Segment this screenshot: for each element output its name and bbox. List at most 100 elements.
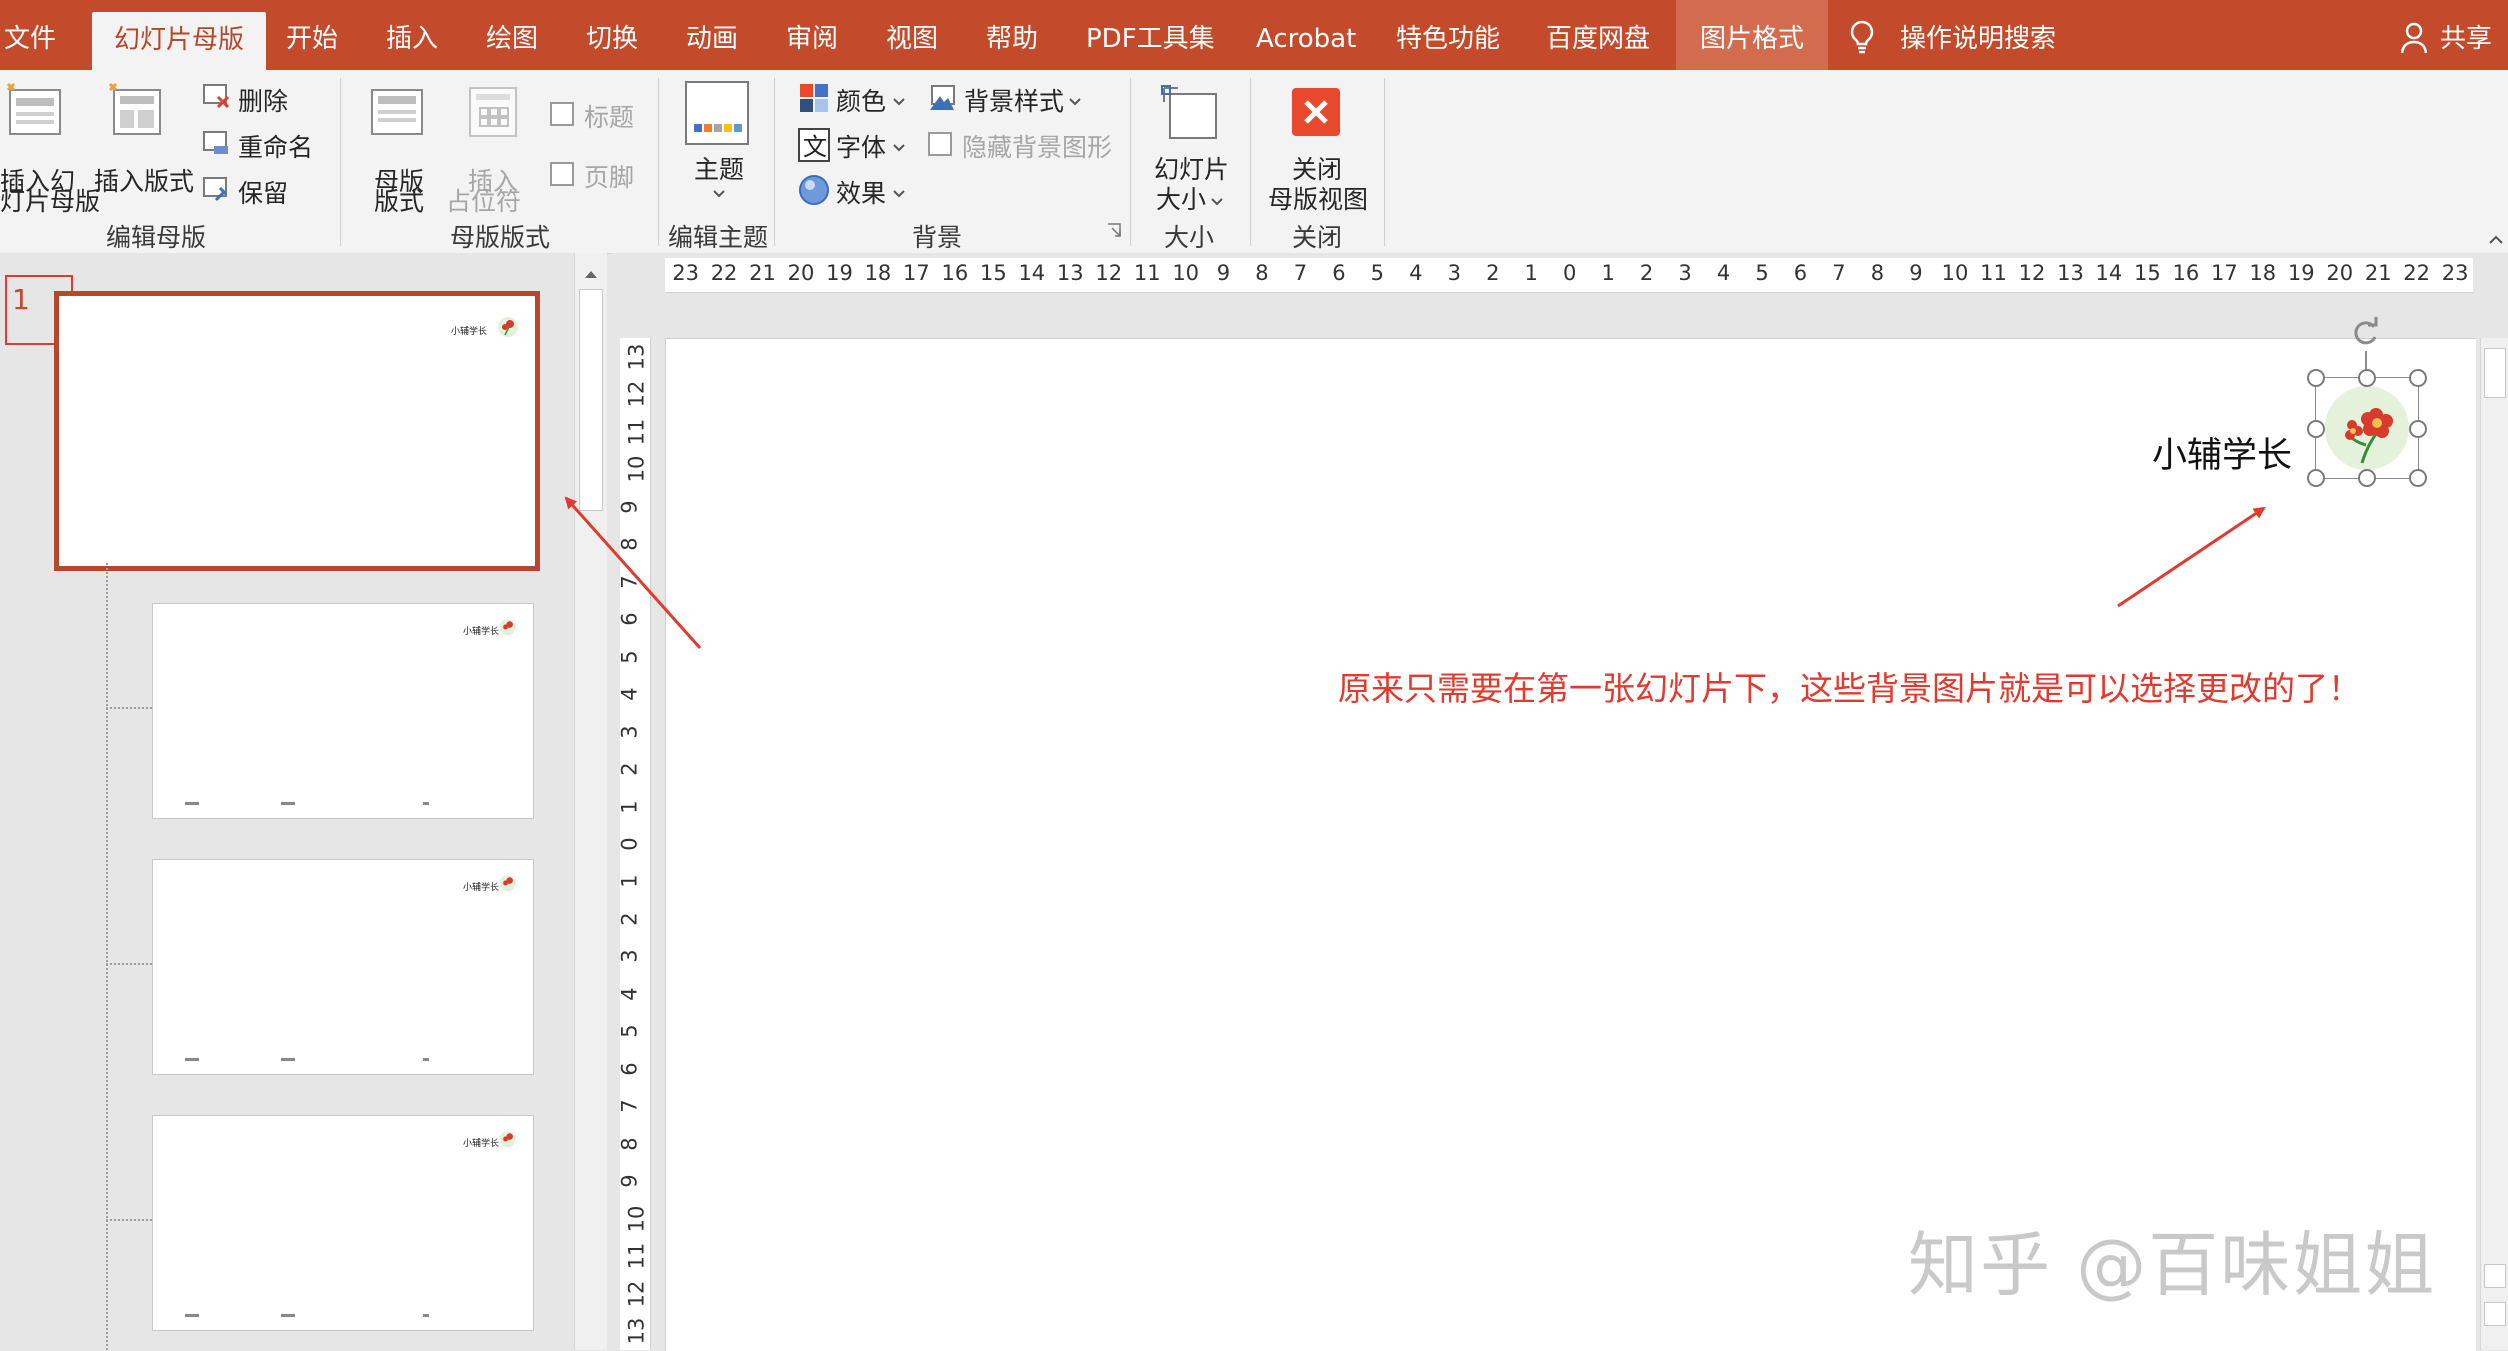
layout-thumbnail[interactable]: 小辅学长 <box>152 603 534 819</box>
title-checkbox[interactable] <box>550 102 574 126</box>
tab-help[interactable]: 帮助 <box>986 0 1038 70</box>
ruler-tick-label: 7 <box>1832 261 1846 285</box>
ruler-tick-label: 15 <box>2134 261 2161 285</box>
slide-scrollbar[interactable] <box>2480 338 2508 1350</box>
tab-picture-format[interactable]: 图片格式 <box>1676 0 1829 70</box>
resize-handle[interactable] <box>2409 369 2427 387</box>
delete-button[interactable]: 删除 <box>238 82 288 118</box>
ruler-tick-label: 1 <box>620 799 642 814</box>
resize-handle[interactable] <box>2307 469 2325 487</box>
layout-connector-line <box>106 1219 152 1221</box>
scroll-button[interactable] <box>2484 1264 2506 1288</box>
ruler-tick-label: 5 <box>620 1024 642 1039</box>
ruler-tick-label: 12 <box>624 1280 649 1308</box>
ruler-tick-label: 12 <box>1095 261 1123 285</box>
insert-placeholder-icon <box>466 84 520 144</box>
ruler-tick-label: 3 <box>620 724 642 739</box>
scrollbar-thumb[interactable] <box>579 289 603 511</box>
layout-thumbnail[interactable]: 小辅学长 <box>152 1115 534 1331</box>
footer-checkbox[interactable] <box>550 162 574 186</box>
ruler-tick-label: 8 <box>1255 261 1269 285</box>
chevron-down-icon <box>892 184 906 203</box>
slide-size-icon <box>1160 84 1220 146</box>
resize-handle[interactable] <box>2307 420 2325 438</box>
chevron-down-icon <box>712 184 726 203</box>
ruler-tick-label: 12 <box>2018 261 2046 285</box>
dialog-launcher-icon[interactable] <box>1106 222 1124 244</box>
insert-layout-button[interactable]: 插入版式 <box>94 162 194 198</box>
close-x-icon <box>1292 88 1340 140</box>
tab-pdf-tools[interactable]: PDF工具集 <box>1086 0 1215 70</box>
scroll-button[interactable] <box>2484 1302 2506 1326</box>
slide-size-label-2[interactable]: 大小 <box>1156 180 1206 216</box>
ruler-tick-label: 2 <box>1639 261 1654 285</box>
themes-button[interactable]: 主题 <box>694 150 744 186</box>
rotate-handle-icon[interactable] <box>2352 317 2380 351</box>
footer-placeholder <box>281 802 295 805</box>
preserve-button[interactable]: 保留 <box>238 174 288 210</box>
layout-connector-line <box>106 707 152 709</box>
close-master-view-label-2[interactable]: 母版视图 <box>1268 180 1368 216</box>
group-separator <box>1384 78 1385 246</box>
group-label-master-layout: 母版版式 <box>450 223 551 252</box>
layout-thumbnail[interactable]: 小辅学长 <box>152 859 534 1075</box>
ruler-tick-label: 11 <box>624 418 649 446</box>
tab-acrobat[interactable]: Acrobat <box>1256 0 1356 70</box>
pushpin-icon <box>202 176 232 208</box>
person-icon <box>2400 22 2428 58</box>
brand-text[interactable]: 小辅学长 <box>2152 427 2292 478</box>
group-separator <box>658 78 659 246</box>
slide-canvas[interactable]: 小辅学长 原来只需要在第一张幻灯片下，这些背景图片就是可以选择更改的了！ 知乎 … <box>665 317 2476 1351</box>
resize-handle[interactable] <box>2409 420 2427 438</box>
tab-home[interactable]: 开始 <box>286 0 338 70</box>
share-button[interactable]: 共享 <box>2440 0 2492 70</box>
ruler-tick-label: 6 <box>620 612 642 626</box>
thumbnail-brand-text: 小辅学长 <box>463 1139 500 1149</box>
tab-baidu-netdisk[interactable]: 百度网盘 <box>1546 0 1650 70</box>
ribbon: 插入幻 灯片母版 插入版式 删除 重命名 保留 编辑母版 母版 版式 插入 占位… <box>0 70 2508 254</box>
insert-slide-master-label-2[interactable]: 灯片母版 <box>0 182 100 218</box>
effects-dropdown[interactable]: 效果 <box>836 174 886 210</box>
tab-file[interactable]: 文件 <box>4 0 56 70</box>
resize-handle[interactable] <box>2358 469 2376 487</box>
ruler-tick-label: 20 <box>787 261 815 285</box>
tab-animations[interactable]: 动画 <box>686 0 738 70</box>
resize-handle[interactable] <box>2358 369 2376 387</box>
collapse-ribbon-icon[interactable] <box>2488 230 2504 249</box>
tab-insert[interactable]: 插入 <box>386 0 438 70</box>
tab-review[interactable]: 审阅 <box>786 0 838 70</box>
insert-placeholder-label-2[interactable]: 占位符 <box>446 182 521 218</box>
scroll-up-arrow-icon[interactable] <box>583 265 599 284</box>
ruler-tick-label: 5 <box>1755 261 1769 285</box>
tab-draw[interactable]: 绘图 <box>486 0 538 70</box>
hide-background-graphics-checkbox[interactable] <box>928 132 952 156</box>
colors-dropdown[interactable]: 颜色 <box>836 82 886 118</box>
rename-button[interactable]: 重命名 <box>238 128 313 164</box>
tab-slide-master[interactable]: 幻灯片母版 <box>92 12 267 70</box>
tab-special-features[interactable]: 特色功能 <box>1396 0 1500 70</box>
ruler-tick-label: 9 <box>1909 261 1923 285</box>
tab-transitions[interactable]: 切换 <box>586 0 638 70</box>
slide-master-thumbnail[interactable]: 小辅学长 <box>54 291 540 571</box>
master-layout-label-2[interactable]: 版式 <box>374 182 424 218</box>
background-styles-dropdown[interactable]: 背景样式 <box>964 82 1064 118</box>
ruler-tick-label: 9 <box>620 499 642 514</box>
tell-me-search[interactable]: 操作说明搜索 <box>1900 0 2056 70</box>
scrollbar-thumb[interactable] <box>2484 348 2506 398</box>
thumbnail-scrollbar[interactable] <box>574 253 607 1350</box>
resize-handle[interactable] <box>2409 469 2427 487</box>
ruler-tick-label: 16 <box>941 261 969 285</box>
ruler-tick-label: 23 <box>2441 261 2469 285</box>
ruler-tick-label: 8 <box>620 1137 642 1151</box>
ruler-tick-label: 17 <box>2210 261 2238 285</box>
resize-handle[interactable] <box>2307 369 2325 387</box>
group-separator <box>1130 78 1131 246</box>
selected-picture[interactable] <box>2315 377 2419 479</box>
tab-view[interactable]: 视图 <box>886 0 938 70</box>
ruler-tick-label: 16 <box>2172 261 2200 285</box>
hide-background-graphics-label: 隐藏背景图形 <box>962 133 1113 162</box>
ruler-tick-label: 1 <box>1524 261 1538 285</box>
fonts-dropdown[interactable]: 字体 <box>836 128 886 164</box>
ruler-tick-label: 18 <box>864 261 892 285</box>
group-separator <box>340 78 341 246</box>
